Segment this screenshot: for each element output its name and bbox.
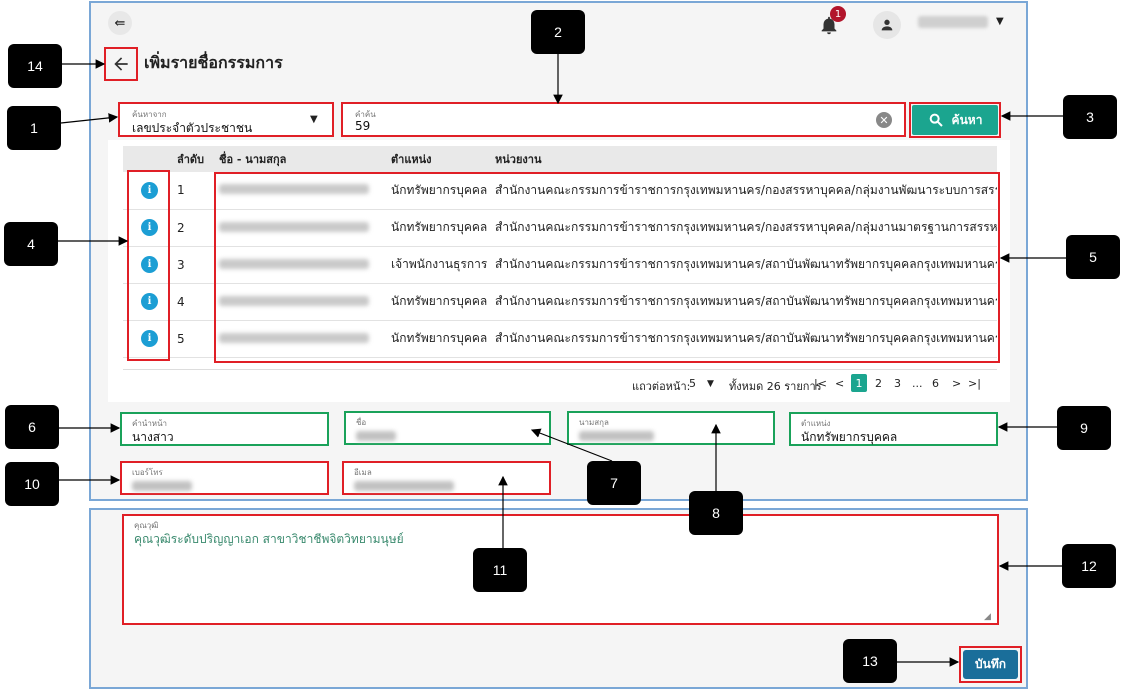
arrow-1 — [60, 113, 119, 124]
arrow-7 — [530, 428, 613, 462]
callout-arrows — [58, 54, 1066, 667]
